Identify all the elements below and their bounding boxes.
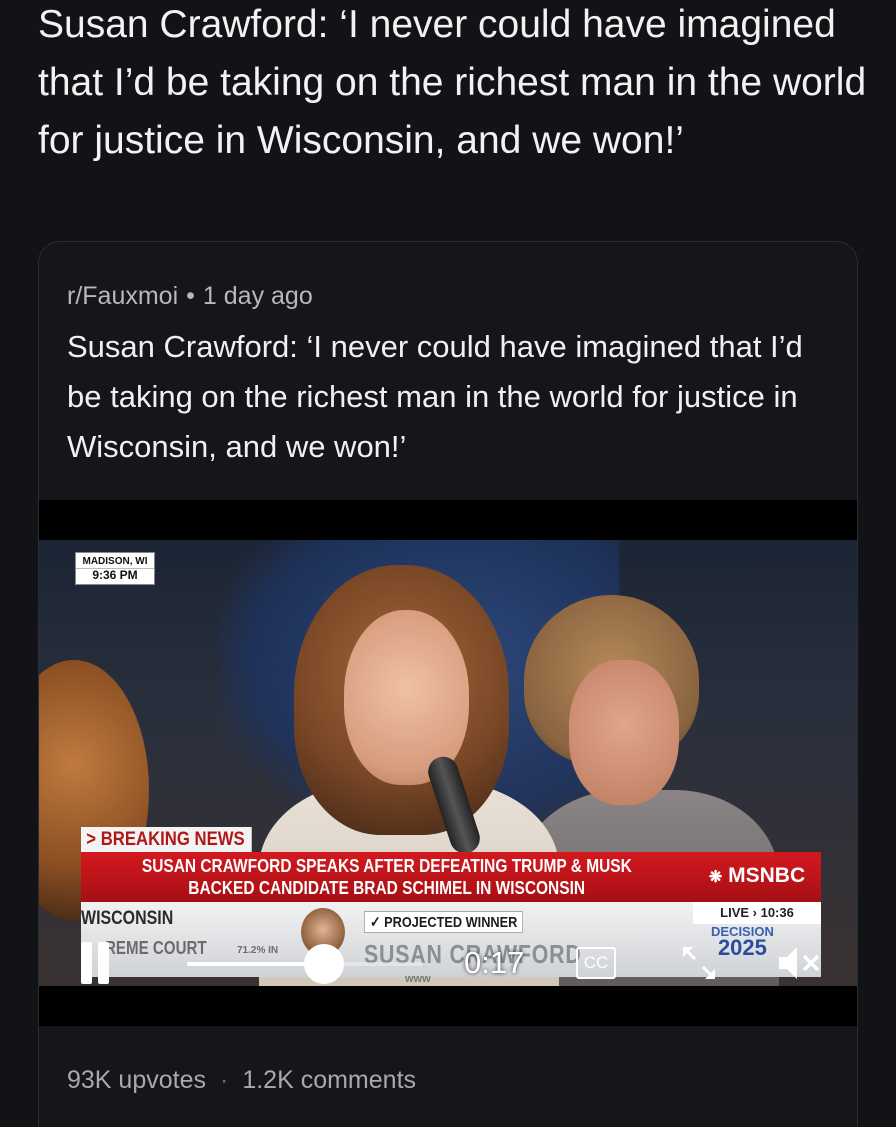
location-text: MADISON, WI <box>76 555 154 569</box>
ticker-line-1: SUSAN CRAWFORD SPEAKS AFTER DEFEATING TR… <box>142 856 632 876</box>
video-controls: 0:17 CC <box>39 920 857 986</box>
peacock-icon: ❋ <box>708 869 723 886</box>
post-headline: Susan Crawford: ‘I never could have imag… <box>38 3 867 162</box>
subreddit-link[interactable]: r/Fauxmoi <box>67 282 178 310</box>
progress-scrubber[interactable] <box>303 944 344 984</box>
post-age: 1 day ago <box>202 282 313 310</box>
card-title[interactable]: Susan Crawford: ‘I never could have imag… <box>67 322 837 472</box>
network-name: MSNBC <box>728 864 806 887</box>
video-frame-image: MADISON, WI 9:36 PM > BREAKING NEWS SUSA… <box>39 540 857 986</box>
pause-icon[interactable] <box>77 942 115 984</box>
crosspost-card[interactable]: r/Fauxmoi • 1 day ago Susan Crawford: ‘I n… <box>38 241 858 1127</box>
volume-muted-icon[interactable] <box>775 943 823 983</box>
footer-separator: · <box>220 1066 229 1094</box>
location-bug: MADISON, WI 9:36 PM <box>75 552 155 585</box>
closed-captions-icon[interactable]: CC <box>576 947 616 979</box>
elapsed-time: 0:17 <box>464 945 525 980</box>
upvote-count[interactable]: 93K upvotes <box>67 1066 206 1094</box>
local-time: 9:36 PM <box>92 568 138 582</box>
comment-count[interactable]: 1.2K comments <box>242 1066 416 1094</box>
fullscreen-icon[interactable] <box>679 943 719 983</box>
ticker-line-2: BACKED CANDIDATE BRAD SCHIMEL IN WISCONS… <box>188 878 586 898</box>
card-footer: 93K upvotes · 1.2K comments <box>67 1066 416 1095</box>
person-right-face <box>569 660 679 805</box>
network-logo: ❋ MSNBC <box>693 852 821 902</box>
breaking-news-ticker: SUSAN CRAWFORD SPEAKS AFTER DEFEATING TR… <box>81 852 693 902</box>
breaking-news-tag: > BREAKING NEWS <box>81 827 252 852</box>
progress-bar[interactable] <box>187 944 423 984</box>
video-player[interactable]: MADISON, WI 9:36 PM > BREAKING NEWS SUSA… <box>39 500 857 1026</box>
meta-separator: • <box>186 282 195 310</box>
card-meta: r/Fauxmoi • 1 day ago <box>67 282 313 311</box>
reddit-post-page: Susan Crawford: ‘I never could have imag… <box>0 0 896 1127</box>
